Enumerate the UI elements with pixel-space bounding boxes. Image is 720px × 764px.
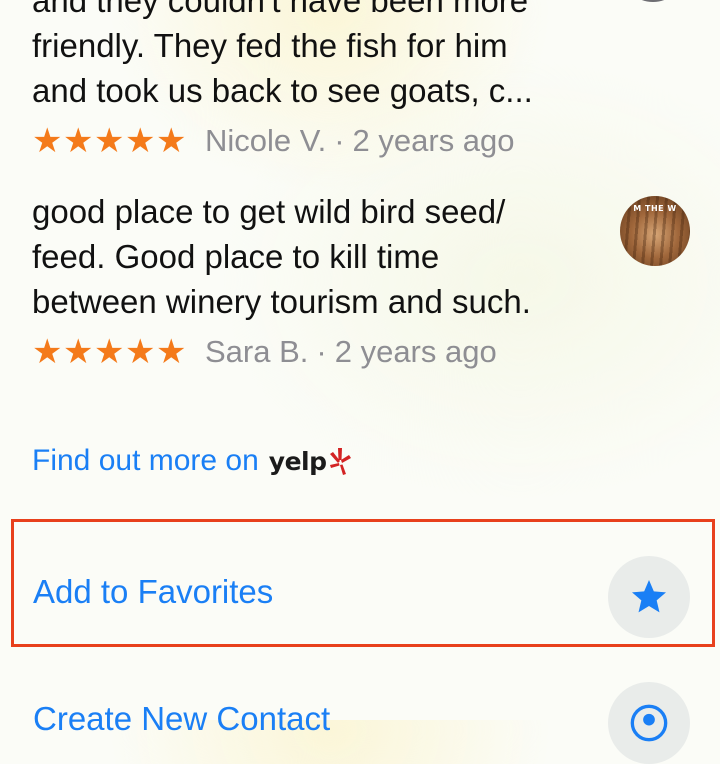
star-icon: ★ <box>125 333 156 371</box>
review-author: Sara B. <box>205 334 309 369</box>
star-icon: ★ <box>63 333 94 371</box>
rating-stars: ★ ★ ★ ★ ★ <box>32 124 187 158</box>
person-icon <box>630 704 668 742</box>
star-icon: ★ <box>94 333 125 371</box>
review-author: Nicole V. <box>205 123 327 158</box>
star-icon: ★ <box>32 122 63 160</box>
yelp-burst-icon <box>329 448 351 475</box>
yelp-link-text: Find out more on <box>32 444 259 477</box>
star-icon: ★ <box>63 122 94 160</box>
yelp-link[interactable]: Find out more on yelp <box>32 444 353 478</box>
meta-separator: · <box>316 334 327 369</box>
reviewer-avatar-partial[interactable] <box>622 0 684 2</box>
star-icon <box>632 580 666 613</box>
review-meta: ★ ★ ★ ★ ★ Nicole V. · 2 years ago <box>32 121 515 161</box>
yelp-logo: yelp <box>269 446 353 476</box>
star-icon: ★ <box>125 122 156 160</box>
review-text[interactable]: and they couldn't have been more friendl… <box>32 0 602 113</box>
meta-separator: · <box>334 123 345 158</box>
star-icon: ★ <box>156 333 187 371</box>
review-time: 2 years ago <box>352 123 515 158</box>
star-icon: ★ <box>32 333 63 371</box>
review-time: 2 years ago <box>334 334 497 369</box>
star-icon: ★ <box>94 122 125 160</box>
rating-stars: ★ ★ ★ ★ ★ <box>32 335 187 369</box>
add-to-favorites-button[interactable] <box>608 556 690 638</box>
create-new-contact-button[interactable] <box>608 682 690 764</box>
create-new-contact-label[interactable]: Create New Contact <box>33 700 330 738</box>
star-icon: ★ <box>156 122 187 160</box>
review-text[interactable]: good place to get wild bird seed/ feed. … <box>32 189 602 324</box>
add-to-favorites-label[interactable]: Add to Favorites <box>33 573 273 611</box>
avatar-text: M THE W <box>633 204 677 213</box>
review-meta: ★ ★ ★ ★ ★ Sara B. · 2 years ago <box>32 332 497 372</box>
reviewer-avatar[interactable]: M THE W <box>620 196 690 266</box>
yelp-wordmark: yelp <box>268 446 327 476</box>
